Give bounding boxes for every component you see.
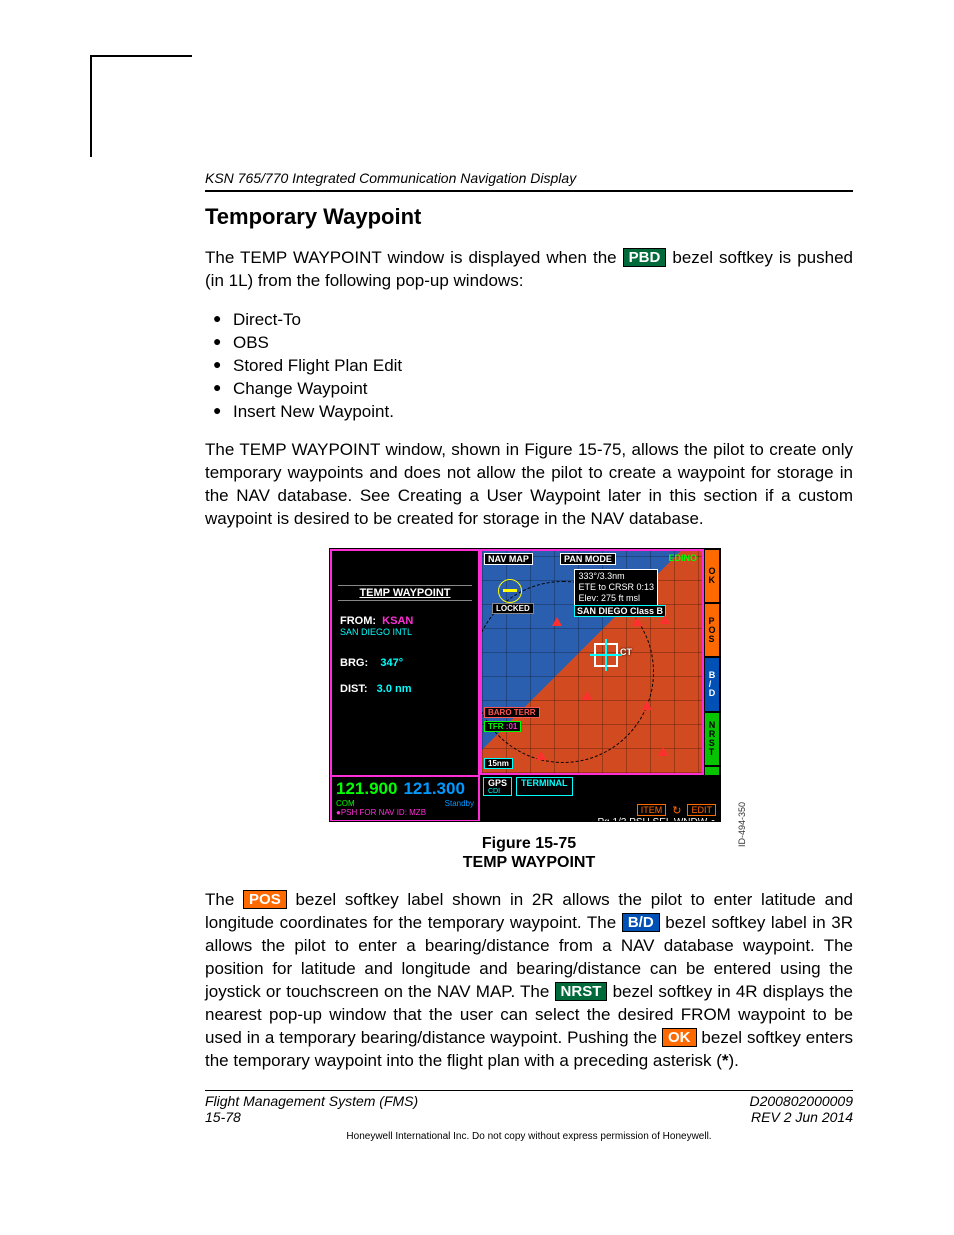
figure-number: Figure 15-75 (205, 834, 853, 853)
figure-caption: Figure 15-75 TEMP WAYPOINT (205, 834, 853, 872)
dist-value: 3.0 nm (377, 683, 412, 695)
softkey-ok-label: OK (662, 1028, 697, 1047)
from-label: FROM: (340, 615, 376, 627)
softkey-pos-label: POS (243, 890, 287, 909)
rule (205, 1090, 853, 1092)
baro-terr-badge: BARO TERR (484, 707, 540, 718)
edit-chip: EDIT (687, 804, 716, 816)
softkey-bd[interactable]: B / D (704, 657, 720, 711)
softkey-pbd: PBD (623, 248, 667, 267)
temp-waypoint-panel: TEMP WAYPOINT FROM: KSAN SAN DIEGO INTL … (330, 549, 480, 779)
softkey-bd-label: B/D (622, 913, 660, 932)
standby-label: Standby (445, 799, 474, 808)
intro-paragraph: The TEMP WAYPOINT window is displayed wh… (205, 247, 853, 293)
cursor-info: 333°/3.3nm ETE to CRSR 0:13 Elev: 275 ft… (574, 569, 658, 606)
tfr-badge: TFR :01 (484, 721, 521, 732)
brg-value: 347° (380, 657, 403, 669)
brg-label: BRG: (340, 657, 368, 669)
rule (205, 190, 853, 192)
page-indicator: Pg 1/3 PSH SEL WNDW ● (598, 817, 717, 822)
softkey-nrst[interactable]: N R S T (704, 712, 720, 766)
nav-map-badge: NAV MAP (484, 553, 533, 565)
list-item: Change Waypoint (205, 379, 853, 399)
device-screenshot: TEMP WAYPOINT FROM: KSAN SAN DIEGO INTL … (329, 548, 721, 822)
text: ). (729, 1051, 739, 1070)
list-item: Insert New Waypoint. (205, 402, 853, 422)
info-elev: Elev: 275 ft msl (578, 593, 654, 604)
range-badge: 15nm (484, 758, 513, 769)
footer-left-1: Flight Management System (FMS) (205, 1093, 418, 1109)
crop-mark (90, 55, 192, 157)
map-cursor (594, 643, 618, 667)
softkey-nrst-label: NRST (555, 982, 608, 1001)
figure-side-id: ID-494-350 (737, 802, 747, 847)
footer-right-2: REV 2 Jun 2014 (751, 1109, 853, 1125)
section-title: Temporary Waypoint (205, 204, 853, 230)
from-value: KSAN (382, 615, 413, 627)
waypoint-edino: EDINO (668, 553, 697, 563)
bullet-list: Direct-To OBS Stored Flight Plan Edit Ch… (205, 310, 853, 422)
text: The TEMP WAYPOINT window is displayed wh… (205, 248, 623, 267)
com-box: 121.900 121.300 COM Standby ●PSH FOR NAV… (330, 775, 480, 821)
copyright: Honeywell International Inc. Do not copy… (205, 1131, 853, 1142)
asterisk: * (722, 1051, 729, 1070)
figure: ID-494-350 TEMP WAYPOINT FROM: KSAN SAN … (329, 548, 729, 822)
info-brg-dist: 333°/3.3nm (578, 571, 654, 582)
item-chip: ITEM (637, 804, 667, 816)
paragraph: The TEMP WAYPOINT window, shown in Figur… (205, 439, 853, 531)
footer-right-1: D200802000009 (749, 1093, 853, 1109)
ownship-icon (498, 579, 522, 603)
softkey-ok[interactable]: O K (704, 549, 720, 603)
from-sub: SAN DIEGO INTL (340, 627, 470, 637)
figure-title: TEMP WAYPOINT (205, 853, 853, 872)
list-item: Stored Flight Plan Edit (205, 356, 853, 376)
freq-standby: 121.300 (403, 779, 464, 799)
running-head: KSN 765/770 Integrated Communication Nav… (205, 170, 853, 186)
list-item: OBS (205, 333, 853, 353)
psh-nav: ●PSH FOR NAV ID: MZB (336, 808, 474, 817)
com-label: COM (336, 799, 355, 808)
terminal-chip: TERMINAL (516, 777, 573, 796)
softkey-pos[interactable]: P O S (704, 603, 720, 657)
dist-label: DIST: (340, 683, 368, 695)
freq-active: 121.900 (336, 779, 397, 799)
pan-mode-badge: PAN MODE (560, 553, 616, 565)
footer-left-2: 15-78 (205, 1109, 241, 1125)
after-paragraph: The POS bezel softkey label shown in 2R … (205, 889, 853, 1073)
rotary-icon: ↻ (672, 804, 681, 817)
locked-badge: LOCKED (492, 603, 534, 614)
gps-chip: GPSCDI (483, 777, 512, 796)
airspace-label: SAN DIEGO Class B (574, 605, 666, 617)
bottom-strip: 121.900 121.300 COM Standby ●PSH FOR NAV… (330, 775, 720, 821)
list-item: Direct-To (205, 310, 853, 330)
panel-title: TEMP WAYPOINT (338, 585, 472, 601)
info-ete: ETE to CRSR 0:13 (578, 582, 654, 593)
text: The (205, 890, 243, 909)
ct-label: CT (620, 647, 632, 657)
nav-map: NAV MAP PAN MODE LOCKED EDINO 333°/3.3nm… (480, 549, 704, 775)
